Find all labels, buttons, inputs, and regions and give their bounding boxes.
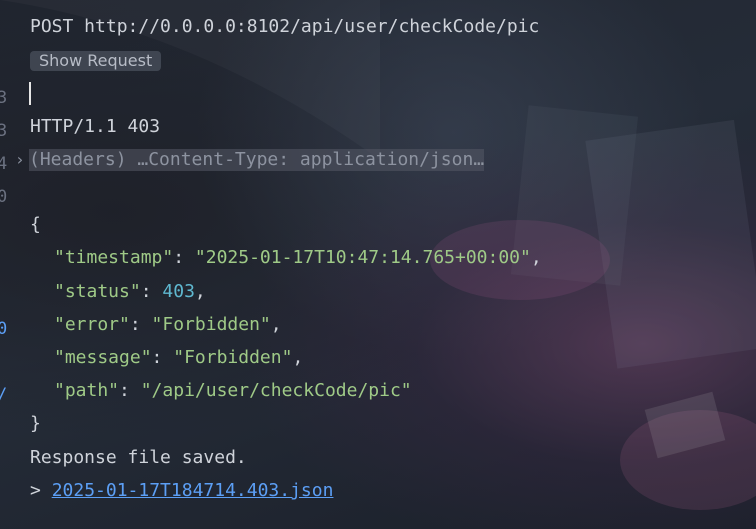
- json-key: "path": [54, 380, 120, 401]
- http-client-editor[interactable]: 3 3 4 0 0 / POST http://0.0.0.0:8102/api…: [0, 0, 756, 529]
- gutter-number: 4: [0, 154, 8, 174]
- gutter-number: /: [0, 385, 7, 405]
- json-open-brace: {: [30, 214, 41, 235]
- json-line-path: "path": "/api/user/checkCode/pic": [54, 380, 412, 401]
- json-string-value: "Forbidden": [173, 347, 293, 368]
- json-string-value: "Forbidden": [151, 314, 271, 335]
- request-line[interactable]: POST http://0.0.0.0:8102/api/user/checkC…: [30, 16, 539, 38]
- chevron-right-icon[interactable]: ›: [15, 149, 29, 171]
- response-saved-message: Response file saved.: [30, 447, 247, 468]
- text-caret: [29, 82, 31, 105]
- response-file-line: > 2025-01-17T184714.403.json: [30, 480, 333, 502]
- json-key: "message": [54, 347, 152, 368]
- json-number-value: 403: [162, 281, 195, 302]
- json-line-message: "message": "Forbidden",: [54, 347, 304, 368]
- json-string-value: "/api/user/checkCode/pic": [140, 380, 412, 401]
- json-key: "status": [54, 281, 141, 302]
- show-request-button[interactable]: Show Request: [30, 51, 162, 71]
- json-line-error: "error": "Forbidden",: [54, 314, 282, 335]
- json-line-status: "status": 403,: [54, 281, 206, 302]
- json-line-timestamp: "timestamp": "2025-01-17T10:47:14.765+00…: [54, 247, 542, 268]
- response-status-line: HTTP/1.1 403: [30, 116, 161, 137]
- gutter-number: 0: [0, 187, 8, 207]
- gutter-number: 3: [0, 88, 8, 108]
- line-gutter: 3 3 4 0 0 /: [0, 0, 12, 529]
- response-file-link[interactable]: 2025-01-17T184714.403.json: [52, 480, 334, 501]
- json-key: "error": [54, 314, 130, 335]
- gutter-number: 0: [0, 319, 8, 339]
- json-key: "timestamp": [54, 247, 174, 268]
- json-string-value: "2025-01-17T10:47:14.765+00:00": [194, 247, 531, 268]
- file-prefix: >: [30, 480, 52, 501]
- json-close-brace: }: [30, 413, 41, 434]
- gutter-number: 3: [0, 121, 8, 141]
- headers-fold-region[interactable]: (Headers) …Content-Type: application/jso…: [29, 149, 485, 171]
